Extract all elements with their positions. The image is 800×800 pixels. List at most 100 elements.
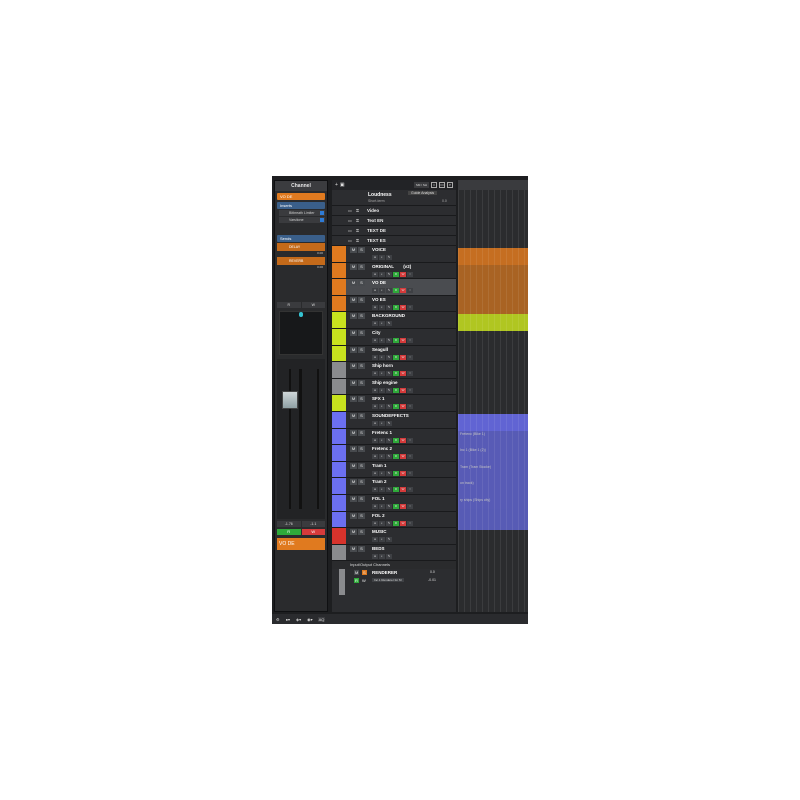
window-icon[interactable]: ▭ bbox=[439, 182, 445, 188]
listen-icon[interactable]: ◐ bbox=[379, 404, 385, 410]
inserts-header[interactable]: Inserts bbox=[277, 202, 325, 209]
read-button[interactable]: R bbox=[393, 404, 399, 410]
solo-button[interactable]: S bbox=[358, 396, 365, 403]
read-button[interactable]: R bbox=[393, 304, 399, 310]
record-icon[interactable]: ○ bbox=[407, 454, 413, 460]
track-row[interactable]: M S VOICE ● ◐ ✎ bbox=[332, 246, 456, 263]
solo-button[interactable]: S bbox=[358, 329, 365, 336]
edit-icon[interactable]: ✎ bbox=[386, 404, 392, 410]
read-button[interactable]: R bbox=[393, 337, 399, 343]
track-row[interactable]: M S Fretenc 2 ● ◐ ✎ R W ○ bbox=[332, 445, 456, 462]
track-row[interactable]: M S FOL 2 ● ◐ ✎ R W ○ bbox=[332, 511, 456, 529]
solo-button[interactable]: S bbox=[358, 412, 365, 419]
search-icon[interactable]: ⌕ bbox=[447, 182, 453, 188]
write-button[interactable]: W bbox=[400, 271, 406, 277]
lock-icon[interactable]: ⚿ bbox=[356, 228, 359, 233]
insert-slot-2[interactable]: Varsitone bbox=[279, 217, 325, 223]
track-row[interactable]: M S Tram 2 ● ◐ ✎ R W ○ bbox=[332, 478, 456, 495]
record-icon[interactable]: ○ bbox=[407, 288, 413, 294]
edit-icon[interactable]: ✎ bbox=[386, 255, 392, 260]
track-row[interactable]: M S VO DE ● ◐ ✎ R W ○ bbox=[332, 279, 456, 296]
track-row[interactable]: M S ORIGINAL (v2) ● ◐ ✎ R W ○ bbox=[332, 262, 456, 280]
monitor-icon[interactable]: ● bbox=[372, 337, 378, 343]
solo-button[interactable]: S bbox=[358, 529, 365, 536]
monitor-icon[interactable]: ● bbox=[372, 271, 378, 277]
track-row[interactable]: M S Ship horn ● ◐ ✎ R W ○ bbox=[332, 362, 456, 379]
monitor-icon[interactable]: ● bbox=[372, 454, 378, 460]
insert-edit-icon[interactable] bbox=[320, 218, 324, 222]
solo-button[interactable]: S bbox=[358, 446, 365, 453]
listen-icon[interactable]: ◐ bbox=[379, 553, 385, 559]
record-icon[interactable]: ○ bbox=[407, 503, 413, 509]
record-icon[interactable]: ○ bbox=[407, 337, 413, 343]
monitor-icon[interactable]: ● bbox=[372, 437, 378, 443]
monitor-icon[interactable]: ● bbox=[372, 321, 378, 327]
listen-icon[interactable]: ◐ bbox=[379, 487, 385, 493]
record-mode-button[interactable]: ●▾ bbox=[285, 617, 291, 622]
edit-icon[interactable]: ✎ bbox=[386, 470, 392, 476]
edit-icon[interactable]: ✎ bbox=[386, 420, 392, 426]
channel-footer-name[interactable]: VO DE bbox=[277, 538, 325, 550]
mute-button[interactable]: M bbox=[350, 512, 357, 519]
edit-icon[interactable]: ✎ bbox=[386, 321, 392, 327]
monitor-icon[interactable]: ● bbox=[372, 354, 378, 360]
timeline-ruler[interactable] bbox=[458, 180, 528, 190]
listen-icon[interactable]: ◐ bbox=[379, 454, 385, 460]
monitor-icon[interactable]: ● bbox=[372, 537, 378, 543]
edit-icon[interactable]: ✎ bbox=[386, 437, 392, 443]
listen-icon[interactable]: ◐ bbox=[379, 437, 385, 443]
track-row[interactable]: M S SFX 1 ● ◐ ✎ R W ○ bbox=[332, 395, 456, 412]
mute-button[interactable]: M bbox=[350, 429, 357, 436]
write-button[interactable]: W bbox=[400, 404, 406, 410]
write-button[interactable]: W bbox=[400, 437, 406, 443]
loudness-track[interactable]: Loudness Guide Analysis Short-term 0.0 bbox=[332, 190, 456, 206]
listen-icon[interactable]: ◐ bbox=[379, 470, 385, 476]
write-button[interactable]: W bbox=[400, 387, 406, 393]
read-button[interactable]: R bbox=[393, 371, 399, 377]
read-button[interactable]: R bbox=[393, 520, 399, 526]
listen-icon[interactable]: ◐ bbox=[379, 271, 385, 277]
surround-panner[interactable] bbox=[279, 311, 323, 355]
mute-button[interactable]: M bbox=[350, 396, 357, 403]
mute-button[interactable]: M bbox=[350, 296, 357, 303]
monitor-icon[interactable]: ● bbox=[372, 503, 378, 509]
record-icon[interactable]: ○ bbox=[407, 371, 413, 377]
mute-button[interactable]: M bbox=[350, 379, 357, 386]
record-icon[interactable]: ○ bbox=[407, 354, 413, 360]
write-button[interactable]: W bbox=[362, 578, 366, 583]
write-automation-button[interactable]: W bbox=[301, 529, 325, 535]
read-button[interactable]: R bbox=[393, 437, 399, 443]
write-button[interactable]: W bbox=[400, 520, 406, 526]
record-icon[interactable]: ○ bbox=[407, 271, 413, 277]
volume-fader[interactable] bbox=[282, 391, 298, 409]
read-button[interactable]: R bbox=[393, 503, 399, 509]
read-automation-button[interactable]: R bbox=[277, 529, 301, 535]
record-icon[interactable]: ○ bbox=[407, 387, 413, 393]
send-slot-2[interactable]: REVERB bbox=[277, 257, 325, 265]
listen-icon[interactable]: ◐ bbox=[379, 255, 385, 260]
header-track[interactable]: ▭ ⚿ TEXT DE bbox=[332, 226, 456, 236]
read-button[interactable]: R bbox=[393, 470, 399, 476]
write-button[interactable]: W bbox=[400, 354, 406, 360]
mute-button[interactable]: M bbox=[350, 329, 357, 336]
write-button[interactable]: W bbox=[400, 288, 406, 294]
folder-icon[interactable]: ▣ bbox=[340, 182, 345, 188]
mute-button[interactable]: M bbox=[350, 529, 357, 536]
read-button[interactable]: R bbox=[393, 487, 399, 493]
solo-button[interactable]: S bbox=[358, 429, 365, 436]
monitor-icon[interactable]: ● bbox=[372, 470, 378, 476]
listen-icon[interactable]: ◐ bbox=[379, 288, 385, 294]
io-channels-header[interactable]: Input/Output Channels bbox=[332, 561, 456, 570]
mute-button[interactable]: M bbox=[350, 280, 357, 287]
mute-button[interactable]: M bbox=[350, 247, 357, 253]
solo-button[interactable]: S bbox=[358, 263, 365, 270]
track-row[interactable]: M S Fretenc 1 ● ◐ ✎ R W ○ bbox=[332, 428, 456, 446]
mute-button[interactable]: M bbox=[350, 313, 357, 320]
edit-icon[interactable]: ✎ bbox=[386, 553, 392, 559]
mute-button[interactable]: M bbox=[350, 412, 357, 419]
edit-icon[interactable]: ✎ bbox=[386, 337, 392, 343]
read-button[interactable]: R bbox=[393, 354, 399, 360]
edit-icon[interactable]: ✎ bbox=[386, 371, 392, 377]
track-row[interactable]: M S VO ES ● ◐ ✎ R W ○ bbox=[332, 295, 456, 313]
record-icon[interactable]: ○ bbox=[407, 404, 413, 410]
